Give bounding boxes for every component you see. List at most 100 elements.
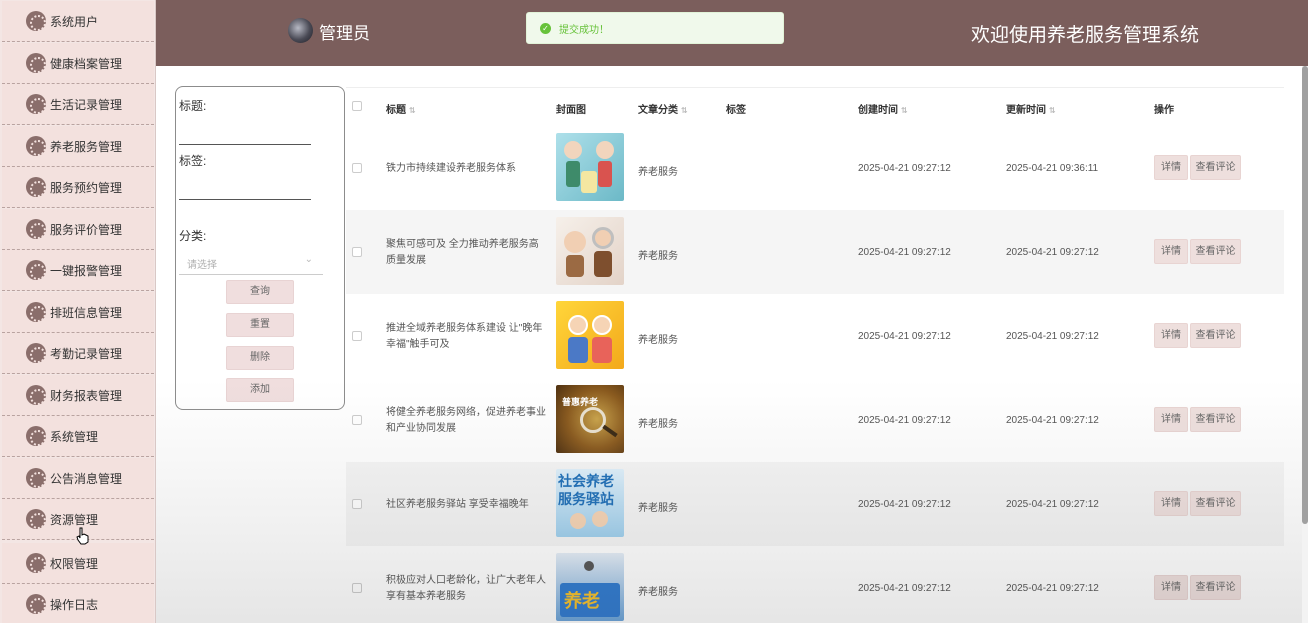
- detail-button[interactable]: 详情: [1154, 407, 1188, 432]
- table-row: 将健全养老服务网络，促进养老事业和产业协同发展 普惠养老 养老服务 2025-0…: [346, 378, 1284, 462]
- row-created: 2025-04-21 09:27:12: [858, 499, 951, 510]
- detail-button[interactable]: 详情: [1154, 239, 1188, 264]
- sidebar-item-finance[interactable]: 财务报表管理: [2, 375, 154, 416]
- category-field-label: 分类:: [179, 229, 207, 243]
- sidebar-item-label: 生活记录管理: [50, 97, 123, 112]
- menu-icon: [26, 594, 46, 614]
- elder-figure-icon: [592, 315, 612, 335]
- delete-button[interactable]: 删除: [226, 346, 294, 370]
- row-updated: 2025-04-21 09:27:12: [1006, 583, 1099, 594]
- magnifier-handle-icon: [602, 424, 618, 438]
- sidebar-item-scheduling[interactable]: 排班信息管理: [2, 292, 154, 333]
- view-comments-button[interactable]: 查看评论: [1190, 407, 1241, 432]
- sidebar-item-label: 健康档案管理: [50, 56, 123, 71]
- sidebar-item-service-reviews[interactable]: 服务评价管理: [2, 209, 154, 250]
- menu-icon: [26, 385, 46, 405]
- elder-figure-icon: [596, 141, 614, 159]
- sidebar-item-label: 资源管理: [50, 512, 99, 527]
- row-title: 积极应对人口老龄化，让广大老年人享有基本养老服务: [386, 575, 546, 602]
- row-category: 养老服务: [638, 335, 678, 346]
- row-checkbox[interactable]: [352, 583, 362, 593]
- sidebar-item-elderly-services[interactable]: 养老服务管理: [2, 126, 154, 167]
- category-placeholder: 请选择: [187, 260, 217, 271]
- sidebar-item-announcements[interactable]: 公告消息管理: [2, 458, 154, 499]
- row-checkbox[interactable]: [352, 331, 362, 341]
- row-checkbox[interactable]: [352, 163, 362, 173]
- elder-figure-icon: [568, 315, 588, 335]
- query-button[interactable]: 查询: [226, 280, 294, 304]
- sidebar-item-label: 公告消息管理: [50, 471, 123, 486]
- menu-icon: [26, 136, 46, 156]
- elder-figure-icon: [564, 231, 586, 253]
- add-button[interactable]: 添加: [226, 378, 294, 402]
- sidebar-item-alarm[interactable]: 一键报警管理: [2, 250, 154, 291]
- sort-icon: ⇅: [409, 106, 416, 115]
- sidebar-item-label: 考勤记录管理: [50, 346, 123, 361]
- figure-body-icon: [594, 251, 612, 277]
- col-title[interactable]: 标题 ⇅: [386, 101, 416, 116]
- tags-input[interactable]: [179, 178, 311, 200]
- col-created-label: 创建时间: [858, 105, 898, 116]
- reset-button[interactable]: 重置: [226, 313, 294, 337]
- view-comments-button[interactable]: 查看评论: [1190, 239, 1241, 264]
- figure-body-icon: [566, 161, 580, 187]
- row-updated: 2025-04-21 09:27:12: [1006, 499, 1099, 510]
- sidebar-item-life-records[interactable]: 生活记录管理: [2, 84, 154, 125]
- sidebar-item-attendance[interactable]: 考勤记录管理: [2, 333, 154, 374]
- row-title: 铁力市持续建设养老服务体系: [386, 163, 516, 174]
- sidebar-item-system-users[interactable]: 系统用户: [2, 1, 154, 42]
- title-input[interactable]: [179, 123, 311, 145]
- view-comments-button[interactable]: 查看评论: [1190, 491, 1241, 516]
- vertical-scrollbar[interactable]: [1302, 66, 1308, 623]
- table-row: 铁力市持续建设养老服务体系 养老服务 2025-04-21 09:27:12 2…: [346, 126, 1284, 210]
- row-created: 2025-04-21 09:27:12: [858, 247, 951, 258]
- sidebar-item-label: 一键报警管理: [50, 263, 123, 278]
- scrollbar-thumb[interactable]: [1302, 66, 1308, 524]
- row-updated: 2025-04-21 09:36:11: [1006, 163, 1099, 174]
- row-title: 推进全域养老服务体系建设 让"晚年幸福"触手可及: [386, 323, 543, 350]
- sidebar-item-permissions[interactable]: 权限管理: [2, 543, 154, 584]
- view-comments-button[interactable]: 查看评论: [1190, 323, 1241, 348]
- table-row: 推进全域养老服务体系建设 让"晚年幸福"触手可及 养老服务 2025-04-21…: [346, 294, 1284, 378]
- col-title-label: 标题: [386, 105, 406, 116]
- sidebar-item-service-booking[interactable]: 服务预约管理: [2, 167, 154, 208]
- col-category-label: 文章分类: [638, 105, 678, 116]
- row-checkbox[interactable]: [352, 247, 362, 257]
- detail-button[interactable]: 详情: [1154, 323, 1188, 348]
- elder-figure-icon: [592, 511, 608, 527]
- sidebar-item-health-records[interactable]: 健康档案管理: [2, 43, 154, 84]
- row-created: 2025-04-21 09:27:12: [858, 583, 951, 594]
- view-comments-button[interactable]: 查看评论: [1190, 575, 1241, 600]
- person-figure-icon: [584, 561, 594, 571]
- sidebar-item-operation-logs[interactable]: 操作日志: [2, 584, 154, 623]
- row-created: 2025-04-21 09:27:12: [858, 331, 951, 342]
- col-updated[interactable]: 更新时间 ⇅: [1006, 101, 1056, 116]
- row-updated: 2025-04-21 09:27:12: [1006, 331, 1099, 342]
- select-all-checkbox[interactable]: [352, 101, 362, 111]
- category-select[interactable]: 请选择 ⌄: [179, 251, 323, 275]
- row-category: 养老服务: [638, 419, 678, 430]
- col-category[interactable]: 文章分类 ⇅: [638, 101, 688, 116]
- sort-icon: ⇅: [901, 106, 908, 115]
- avatar[interactable]: [288, 18, 313, 43]
- col-created[interactable]: 创建时间 ⇅: [858, 101, 908, 116]
- row-title: 聚焦可感可及 全力推动养老服务高质量发展: [386, 239, 539, 266]
- cover-image: [556, 301, 624, 369]
- detail-button[interactable]: 详情: [1154, 155, 1188, 180]
- cover-image: [556, 217, 624, 285]
- elder-figure-icon: [592, 227, 614, 249]
- detail-button[interactable]: 详情: [1154, 491, 1188, 516]
- detail-button[interactable]: 详情: [1154, 575, 1188, 600]
- menu-icon: [26, 426, 46, 446]
- row-updated: 2025-04-21 09:27:12: [1006, 247, 1099, 258]
- sidebar-item-system-management[interactable]: 系统管理: [2, 416, 154, 457]
- view-comments-button[interactable]: 查看评论: [1190, 155, 1241, 180]
- row-created: 2025-04-21 09:27:12: [858, 415, 951, 426]
- sort-icon: ⇅: [681, 106, 688, 115]
- magnifier-icon: [580, 407, 606, 433]
- row-checkbox[interactable]: [352, 415, 362, 425]
- col-updated-label: 更新时间: [1006, 105, 1046, 116]
- cover-text: 服务驿站: [558, 491, 614, 507]
- row-checkbox[interactable]: [352, 499, 362, 509]
- hand-cursor-icon: [76, 527, 89, 545]
